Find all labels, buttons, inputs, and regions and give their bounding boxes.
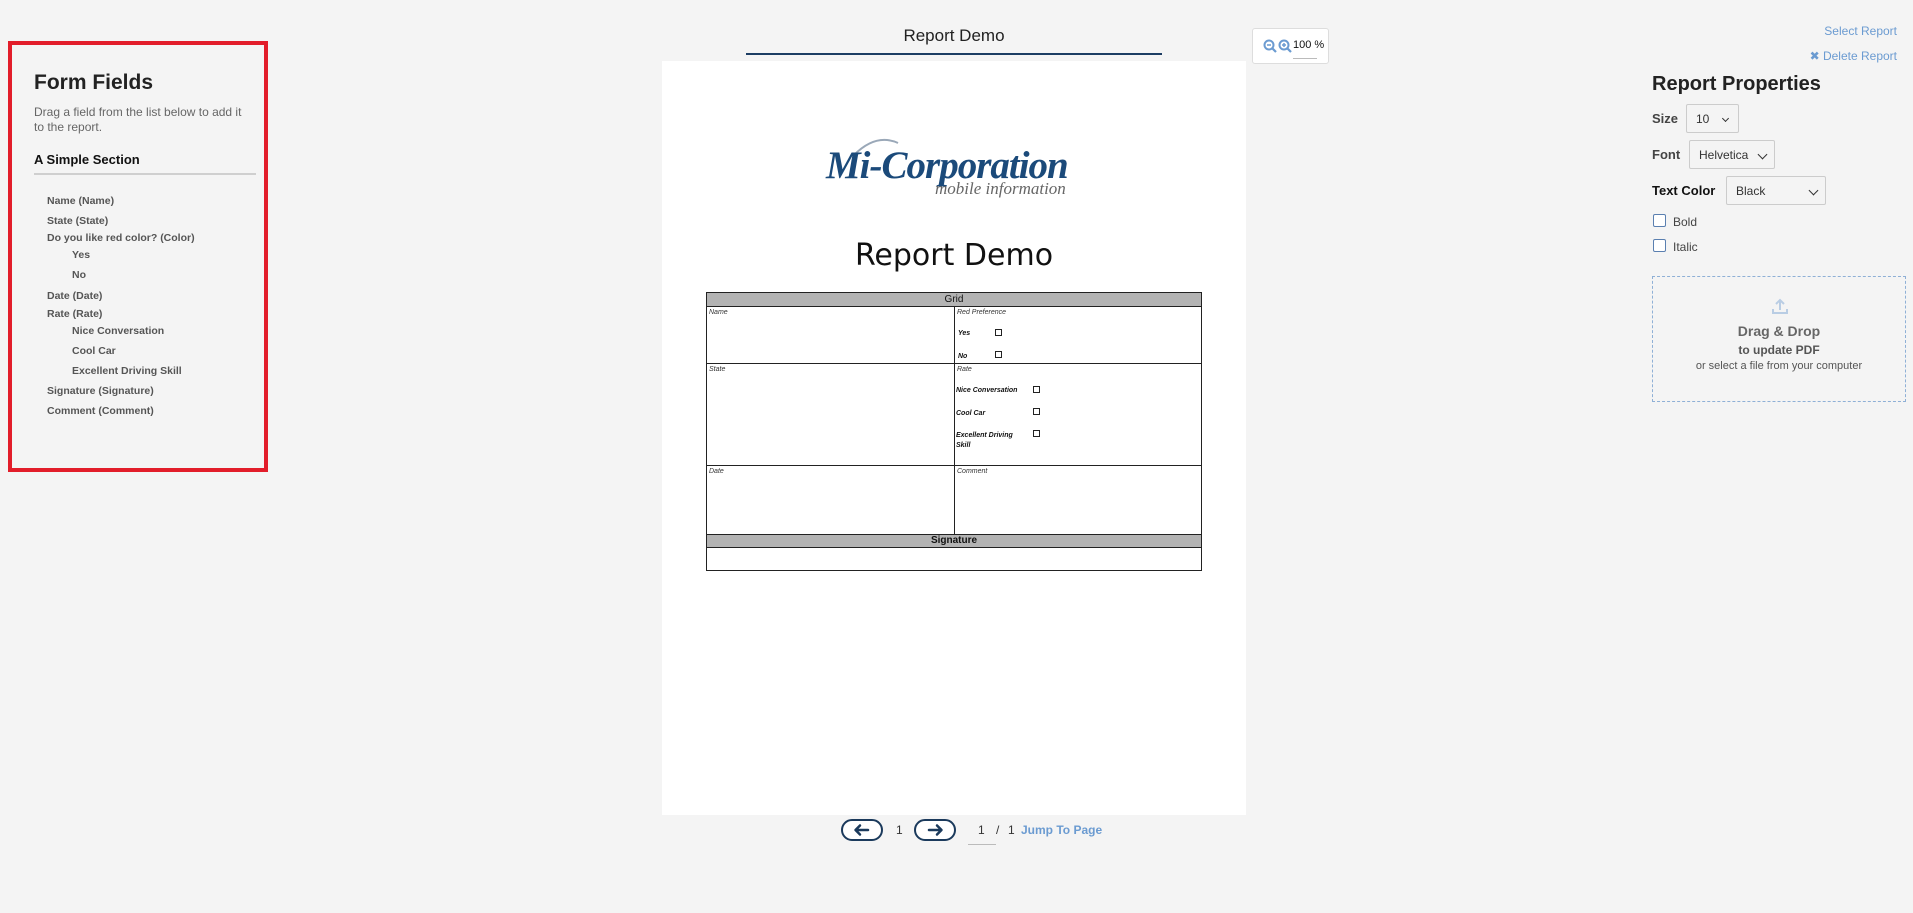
option-driving-label-line2: Skill — [956, 442, 971, 449]
option-nice-label: Nice Conversation — [956, 387, 1018, 394]
current-page-number: 1 — [896, 823, 903, 837]
dropzone-hint: or select a file from your computer — [1695, 360, 1863, 372]
grid-row: Name Red Preference Yes No — [707, 307, 1201, 364]
jump-page-input[interactable]: 1 — [978, 823, 985, 837]
delete-report-link[interactable]: ✖ Delete Report — [1810, 49, 1897, 63]
grid-cell-comment[interactable]: Comment — [954, 466, 1201, 534]
checkbox-driving — [1033, 430, 1040, 437]
option-no-label: No — [958, 353, 968, 360]
cell-label: Name — [709, 309, 728, 316]
cell-label: Red Preference — [957, 309, 1007, 316]
field-color[interactable]: Do you like red color? (Color) — [47, 232, 195, 244]
grid-cell-red-preference[interactable]: Red Preference Yes No — [954, 307, 1201, 363]
report-title-field[interactable]: Report Demo — [746, 26, 1162, 55]
pdf-dropzone[interactable]: Drag & Drop to update PDF or select a fi… — [1652, 276, 1906, 402]
field-rate[interactable]: Rate (Rate) — [47, 308, 102, 320]
option-driving-label-line1: Excellent Driving — [956, 432, 1013, 439]
field-color-yes[interactable]: Yes — [72, 249, 90, 261]
total-pages: 1 — [1008, 823, 1015, 837]
grid-row: State Rate Nice Conversation Cool Car Ex… — [707, 364, 1201, 466]
next-page-button[interactable] — [914, 819, 956, 841]
dropzone-subtitle: to update PDF — [1738, 343, 1820, 357]
arrow-right-icon — [927, 824, 943, 836]
report-heading: Report Demo — [854, 238, 1054, 273]
option-car-label: Cool Car — [956, 410, 986, 417]
text-color-select[interactable]: Black — [1726, 176, 1826, 205]
company-logo: Mi-Corporation mobile information — [826, 133, 1086, 203]
field-signature[interactable]: Signature (Signature) — [47, 385, 154, 397]
cell-label: Rate — [957, 366, 972, 373]
grid-header: Grid — [707, 293, 1201, 307]
field-state[interactable]: State (State) — [47, 215, 108, 227]
grid-cell-name[interactable]: Name — [707, 307, 954, 363]
chevron-down-icon — [1808, 185, 1819, 196]
field-rate-driving[interactable]: Excellent Driving Skill — [72, 365, 182, 377]
checkbox-yes — [995, 329, 1002, 336]
field-name[interactable]: Name (Name) — [47, 195, 114, 207]
zoom-control: 100 % — [1252, 28, 1329, 64]
section-title: A Simple Section — [34, 152, 256, 175]
page-separator: / — [996, 823, 1000, 837]
zoom-out-icon[interactable] — [1263, 39, 1277, 53]
zoom-input-underline — [1293, 58, 1317, 59]
grid-cell-date[interactable]: Date — [707, 466, 954, 534]
select-report-link[interactable]: Select Report — [1824, 24, 1897, 38]
cell-label: State — [709, 366, 726, 373]
checkbox-nice — [1033, 386, 1040, 393]
report-properties-title: Report Properties — [1652, 73, 1821, 95]
italic-checkbox[interactable] — [1653, 239, 1666, 252]
dropzone-title: Drag & Drop — [1737, 323, 1821, 339]
report-page-preview: Mi-Corporation mobile information Report… — [662, 61, 1246, 815]
jump-to-page-link[interactable]: Jump To Page — [1021, 823, 1102, 837]
grid-cell-signature[interactable] — [707, 548, 1201, 570]
bold-checkbox[interactable] — [1653, 214, 1666, 227]
form-fields-title: Form Fields — [34, 71, 154, 94]
grid-cell-state[interactable]: State — [707, 364, 954, 465]
cell-label: Comment — [957, 468, 988, 475]
signature-header: Signature — [707, 535, 1201, 548]
size-select[interactable]: 10 — [1686, 104, 1739, 133]
cell-label: Date — [709, 468, 724, 475]
field-comment[interactable]: Comment (Comment) — [47, 405, 154, 417]
jump-input-underline — [968, 844, 996, 845]
logo-sub-text: mobile information — [935, 179, 1066, 198]
form-fields-instructions: Drag a field from the list below to add … — [34, 105, 242, 134]
field-date[interactable]: Date (Date) — [47, 290, 102, 302]
upload-icon — [1772, 298, 1788, 314]
option-yes-label: Yes — [958, 330, 971, 337]
field-rate-nice[interactable]: Nice Conversation — [72, 325, 164, 337]
report-grid: Grid Name Red Preference Yes No State Ra… — [706, 292, 1202, 571]
field-rate-car[interactable]: Cool Car — [72, 345, 116, 357]
zoom-in-icon[interactable] — [1278, 39, 1292, 53]
font-value: Helvetica — [1699, 148, 1749, 162]
grid-row: Date Comment — [707, 466, 1201, 535]
checkbox-no — [995, 351, 1002, 358]
size-value: 10 — [1696, 112, 1710, 126]
zoom-level-input[interactable]: 100 % — [1293, 39, 1324, 51]
bold-label: Bold — [1673, 215, 1698, 229]
checkbox-car — [1033, 408, 1040, 415]
prev-page-button[interactable] — [841, 819, 883, 841]
form-fields-panel: Form Fields Drag a field from the list b… — [8, 41, 268, 472]
font-label: Font — [1652, 147, 1681, 162]
text-color-value: Black — [1736, 184, 1766, 198]
field-color-no[interactable]: No — [72, 269, 86, 281]
arrow-left-icon — [854, 824, 870, 836]
italic-label: Italic — [1673, 240, 1698, 254]
size-label: Size — [1652, 111, 1679, 126]
font-select[interactable]: Helvetica — [1689, 140, 1775, 169]
chevron-down-icon — [1757, 149, 1768, 160]
text-color-label: Text Color — [1652, 183, 1716, 198]
grid-cell-rate[interactable]: Rate Nice Conversation Cool Car Excellen… — [954, 364, 1201, 465]
chevron-down-icon — [1721, 114, 1730, 123]
